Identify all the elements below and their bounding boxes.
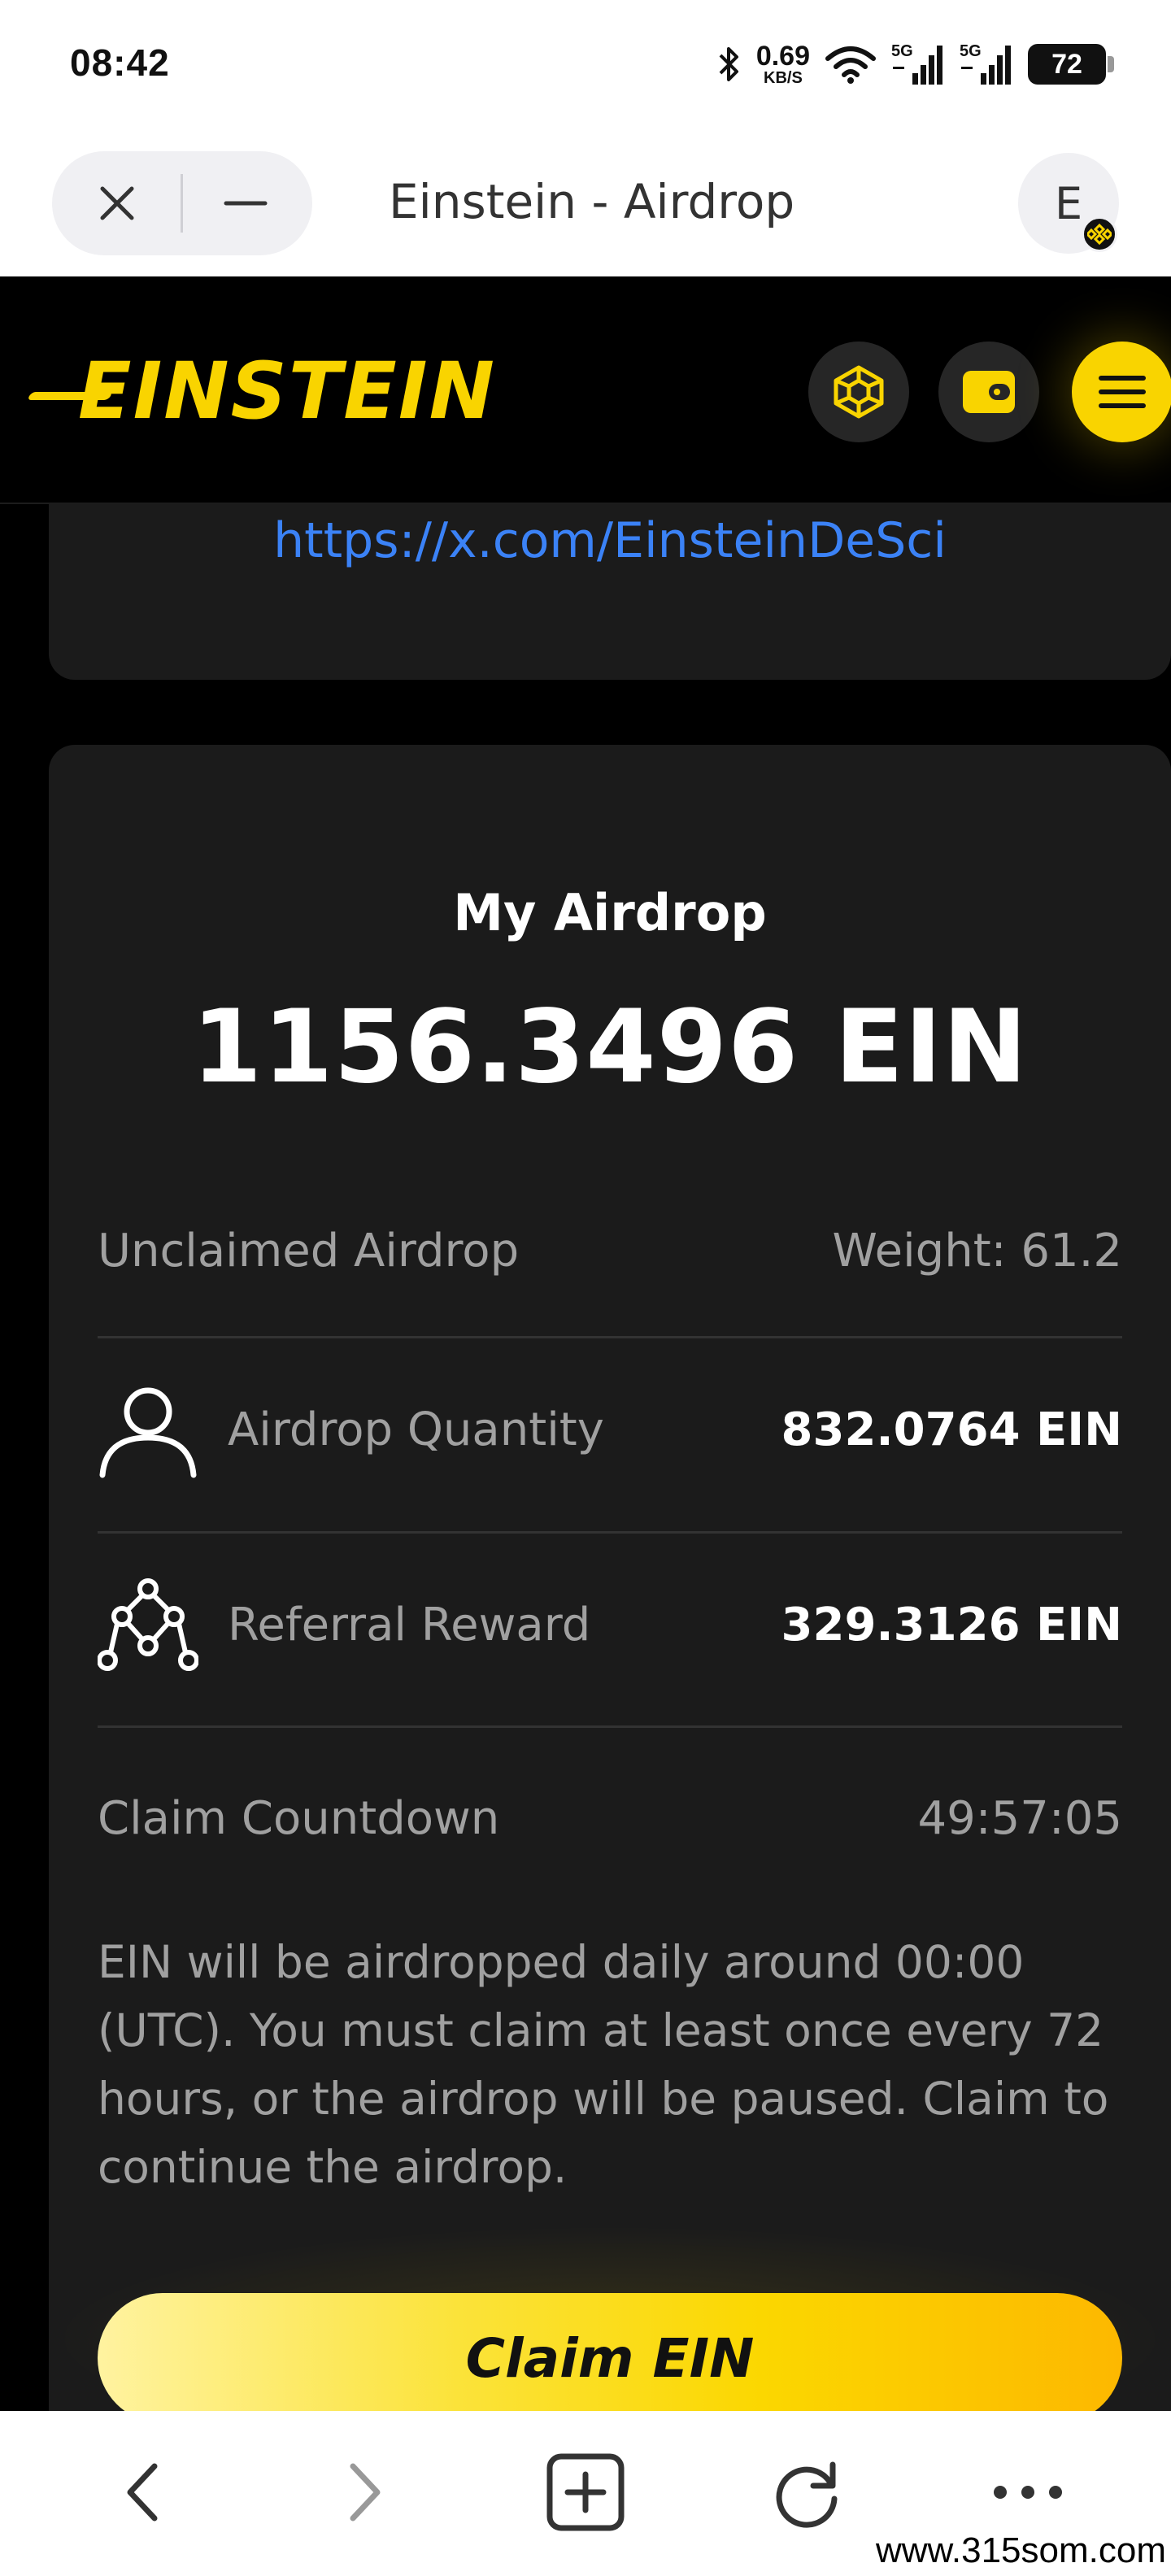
more-icon xyxy=(994,2486,1062,2499)
net-speed: 0.69 KB/S xyxy=(756,42,810,86)
status-icons: 0.69 KB/S 5G 5G 72 xyxy=(717,36,1114,93)
airdrop-quantity-row: Airdrop Quantity 832.0764 EIN xyxy=(98,1379,1122,1480)
close-icon xyxy=(100,186,134,220)
claim-ein-button[interactable]: Claim EIN xyxy=(98,2293,1122,2411)
airdrop-quantity-value: 832.0764 EIN xyxy=(781,1403,1122,1456)
wallet-icon xyxy=(963,371,1015,413)
bnb-chain-button[interactable] xyxy=(808,342,909,442)
airdrop-note: EIN will be airdropped daily around 00:0… xyxy=(98,1936,1109,2193)
unclaimed-label: Unclaimed Airdrop xyxy=(98,1224,520,1277)
divider xyxy=(98,1531,1122,1534)
airdrop-quantity-label: Airdrop Quantity xyxy=(228,1403,604,1456)
twitter-link[interactable]: https://x.com/EinsteinDeSci xyxy=(49,512,1171,569)
new-tab-icon xyxy=(546,2453,625,2531)
status-bar: 08:42 0.69 KB/S 5G 5G 72 xyxy=(0,0,1171,130)
social-link-card: https://x.com/EinsteinDeSci xyxy=(49,504,1171,680)
user-icon xyxy=(99,1387,197,1478)
watermark: www.315som.com xyxy=(875,2530,1166,2570)
net-speed-value: 0.69 xyxy=(755,41,810,72)
profile-button[interactable]: E xyxy=(1018,153,1119,254)
new-tab-button[interactable] xyxy=(537,2443,634,2541)
page-title: Einstein - Airdrop xyxy=(389,174,795,229)
battery-icon: 72 xyxy=(1028,44,1114,85)
back-icon xyxy=(127,2463,158,2522)
signal-icon: 5G xyxy=(960,42,1013,86)
signal-label: 5G xyxy=(891,42,913,60)
net-speed-unit: KB/S xyxy=(764,69,803,87)
menu-button[interactable] xyxy=(1072,342,1171,442)
signal-label: 5G xyxy=(960,42,982,60)
claim-countdown-row: Claim Countdown 49:57:05 xyxy=(98,1786,1122,1851)
claim-countdown-label: Claim Countdown xyxy=(98,1791,500,1845)
page-content: https://x.com/EinsteinDeSci My Airdrop 1… xyxy=(0,504,1171,2411)
referral-reward-value: 329.3126 EIN xyxy=(781,1598,1122,1651)
forward-button[interactable] xyxy=(316,2443,413,2541)
referral-icon xyxy=(98,1578,198,1671)
minimize-button[interactable] xyxy=(221,179,270,228)
bnb-badge-icon xyxy=(1082,216,1117,252)
total-airdrop-amount: 1156.3496 EIN xyxy=(191,989,1029,1106)
unclaimed-row: Unclaimed Airdrop Weight: 61.2 xyxy=(98,1218,1122,1283)
menu-icon xyxy=(1099,376,1146,408)
card-title: My Airdrop xyxy=(453,883,767,942)
my-airdrop-card: My Airdrop 1156.3496 EIN Unclaimed Airdr… xyxy=(49,745,1171,2411)
profile-initial: E xyxy=(1054,177,1083,229)
bluetooth-icon xyxy=(719,47,738,81)
close-button[interactable] xyxy=(93,179,141,228)
bnb-icon xyxy=(834,365,884,419)
browser-bottom-bar: www.315som.com xyxy=(0,2411,1171,2576)
logo-text: EINSTEIN xyxy=(78,346,496,437)
divider xyxy=(98,1336,1122,1338)
signal-icon: 5G xyxy=(891,42,945,86)
site-header: EINSTEIN xyxy=(0,276,1171,504)
divider xyxy=(98,1725,1122,1728)
reload-button[interactable] xyxy=(758,2443,855,2541)
status-time: 08:42 xyxy=(70,41,170,84)
forward-icon xyxy=(350,2463,381,2522)
browser-toolbar: Einstein - Airdrop E xyxy=(0,130,1171,276)
weight-value: Weight: 61.2 xyxy=(832,1224,1122,1277)
reload-icon xyxy=(776,2461,838,2528)
divider xyxy=(181,174,183,233)
wifi-icon xyxy=(825,46,876,84)
wallet-button[interactable] xyxy=(938,342,1039,442)
referral-reward-row: Referral Reward 329.3126 EIN xyxy=(98,1574,1122,1675)
referral-reward-label: Referral Reward xyxy=(228,1598,591,1651)
einstein-logo[interactable]: EINSTEIN xyxy=(27,346,494,436)
more-button[interactable] xyxy=(979,2443,1077,2541)
tab-controls xyxy=(52,151,312,255)
minimize-icon xyxy=(224,201,268,206)
claim-countdown-value: 49:57:05 xyxy=(917,1791,1122,1845)
back-button[interactable] xyxy=(94,2443,192,2541)
